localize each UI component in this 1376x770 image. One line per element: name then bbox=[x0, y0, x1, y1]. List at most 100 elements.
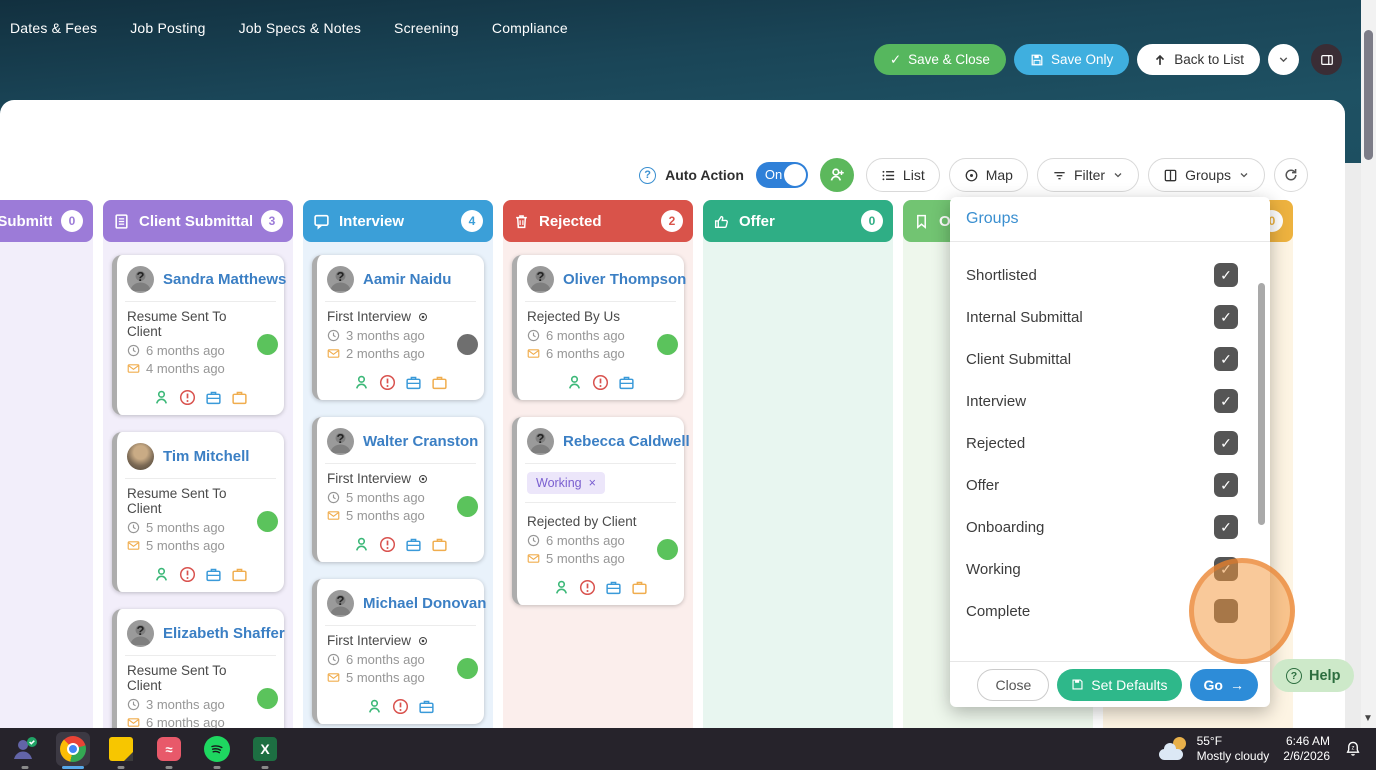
map-view-button[interactable]: Map bbox=[948, 158, 1028, 192]
nav-dates-fees[interactable]: Dates & Fees bbox=[10, 20, 97, 36]
taskbar-teams-icon[interactable] bbox=[8, 732, 42, 769]
help-question-icon: ? bbox=[1286, 667, 1302, 684]
page-scrollbar-thumb[interactable] bbox=[1364, 30, 1373, 160]
candidate-name-link[interactable]: Tim Mitchell bbox=[163, 448, 249, 465]
checkbox[interactable]: ✓ bbox=[1214, 305, 1238, 329]
refresh-button[interactable] bbox=[1274, 158, 1308, 192]
list-view-button[interactable]: List bbox=[865, 158, 940, 192]
auto-action-help-icon[interactable]: ? bbox=[639, 166, 657, 184]
contact-icon[interactable] bbox=[353, 536, 370, 553]
column-header[interactable]: Internal Submittal 0 bbox=[0, 200, 93, 242]
checkbox[interactable]: ✓ bbox=[1214, 263, 1238, 287]
more-actions-button[interactable] bbox=[1268, 44, 1299, 75]
briefcase-blue-icon[interactable] bbox=[405, 374, 422, 391]
alert-icon[interactable] bbox=[379, 374, 396, 391]
taskbar-notes-icon[interactable] bbox=[104, 732, 138, 769]
gear-icon[interactable] bbox=[419, 474, 428, 483]
taskbar-chrome-icon[interactable] bbox=[56, 732, 90, 769]
candidate-name-link[interactable]: Aamir Naidu bbox=[363, 271, 451, 288]
nav-job-specs[interactable]: Job Specs & Notes bbox=[239, 20, 361, 36]
candidate-name-link[interactable]: Elizabeth Shaffer bbox=[163, 625, 285, 642]
panel-scrollbar-thumb[interactable] bbox=[1258, 283, 1265, 525]
briefcase-orange-icon[interactable] bbox=[431, 536, 448, 553]
taskbar-excel-icon[interactable]: X bbox=[248, 732, 282, 769]
candidate-name-link[interactable]: Michael Donovan bbox=[363, 595, 486, 612]
alert-icon[interactable] bbox=[579, 579, 596, 596]
close-button[interactable]: Close bbox=[977, 668, 1050, 701]
groups-button[interactable]: Groups bbox=[1148, 158, 1265, 192]
briefcase-orange-icon[interactable] bbox=[631, 579, 648, 596]
candidate-card[interactable]: ? Sandra Matthews Resume Sent To Client … bbox=[112, 255, 286, 415]
gear-icon[interactable] bbox=[419, 636, 428, 645]
briefcase-blue-icon[interactable] bbox=[605, 579, 622, 596]
candidate-card[interactable]: ? Michael Donovan First Interview 6 mont… bbox=[312, 579, 486, 724]
contact-icon[interactable] bbox=[366, 698, 383, 715]
column-header[interactable]: Interview 4 bbox=[303, 200, 493, 242]
candidate-card[interactable]: ? Rebecca Caldwell Working × Rejected by … bbox=[512, 417, 690, 605]
working-tag[interactable]: Working × bbox=[527, 472, 605, 494]
briefcase-blue-icon[interactable] bbox=[205, 389, 222, 406]
contact-icon[interactable] bbox=[553, 579, 570, 596]
candidate-card[interactable]: ? Aamir Naidu First Interview 3 months a… bbox=[312, 255, 484, 400]
checkbox[interactable]: ✓ bbox=[1214, 389, 1238, 413]
candidate-card[interactable]: Tim Mitchell Resume Sent To Client 5 mon… bbox=[112, 432, 284, 592]
briefcase-orange-icon[interactable] bbox=[231, 389, 248, 406]
back-to-list-button[interactable]: Back to List bbox=[1137, 44, 1260, 75]
taskbar-red-app-icon[interactable]: ≈ bbox=[152, 732, 186, 769]
contact-icon[interactable] bbox=[353, 374, 370, 391]
checkbox[interactable]: ✓ bbox=[1214, 431, 1238, 455]
briefcase-orange-icon[interactable] bbox=[231, 566, 248, 583]
filter-button[interactable]: Filter bbox=[1036, 158, 1140, 192]
candidate-name-link[interactable]: Sandra Matthews bbox=[163, 271, 286, 288]
set-defaults-button[interactable]: Set Defaults bbox=[1057, 668, 1182, 701]
taskbar-weather[interactable]: 55°F Mostly cloudy bbox=[1158, 734, 1269, 764]
add-candidate-button[interactable] bbox=[819, 158, 854, 192]
notification-bell-icon[interactable]: z bbox=[1344, 740, 1362, 758]
nav-job-posting[interactable]: Job Posting bbox=[130, 20, 205, 36]
alert-icon[interactable] bbox=[592, 374, 609, 391]
candidate-card[interactable]: ? Walter Cranston First Interview 5 mont… bbox=[312, 417, 484, 562]
briefcase-blue-icon[interactable] bbox=[205, 566, 222, 583]
save-only-button[interactable]: Save Only bbox=[1013, 44, 1130, 75]
column-header[interactable]: Client Submittal 3 bbox=[103, 200, 293, 242]
scroll-down-arrow[interactable]: ▼ bbox=[1363, 713, 1373, 724]
candidate-name-link[interactable]: Oliver Thompson bbox=[563, 271, 686, 288]
contact-icon[interactable] bbox=[566, 374, 583, 391]
group-option-rejected[interactable]: Rejected ✓ bbox=[966, 422, 1252, 464]
gear-icon[interactable] bbox=[419, 312, 428, 321]
contact-icon[interactable] bbox=[153, 566, 170, 583]
taskbar-spotify-icon[interactable] bbox=[200, 732, 234, 769]
alert-icon[interactable] bbox=[379, 536, 396, 553]
checkbox[interactable]: ✓ bbox=[1214, 347, 1238, 371]
column-header[interactable]: Rejected 2 bbox=[503, 200, 693, 242]
column-header[interactable]: Offer 0 bbox=[703, 200, 893, 242]
group-option-internal-submittal[interactable]: Internal Submittal ✓ bbox=[966, 296, 1252, 338]
contact-icon[interactable] bbox=[153, 389, 170, 406]
group-option-client-submittal[interactable]: Client Submittal ✓ bbox=[966, 338, 1252, 380]
help-button[interactable]: ? Help bbox=[1272, 659, 1355, 692]
page-scrollbar[interactable]: ▼ bbox=[1361, 0, 1376, 728]
nav-screening[interactable]: Screening bbox=[394, 20, 459, 36]
save-close-button[interactable]: ✓ Save & Close bbox=[873, 44, 1006, 75]
briefcase-blue-icon[interactable] bbox=[405, 536, 422, 553]
group-option-shortlisted[interactable]: Shortlisted ✓ bbox=[966, 254, 1252, 296]
candidate-name-link[interactable]: Walter Cranston bbox=[363, 433, 478, 450]
candidate-card[interactable]: ? Oliver Thompson Rejected By Us 6 month… bbox=[512, 255, 686, 400]
checkbox[interactable]: ✓ bbox=[1214, 515, 1238, 539]
briefcase-orange-icon[interactable] bbox=[431, 374, 448, 391]
checkbox[interactable]: ✓ bbox=[1214, 473, 1238, 497]
group-option-interview[interactable]: Interview ✓ bbox=[966, 380, 1252, 422]
nav-compliance[interactable]: Compliance bbox=[492, 20, 568, 36]
candidate-name-link[interactable]: Rebecca Caldwell bbox=[563, 433, 690, 450]
alert-icon[interactable] bbox=[392, 698, 409, 715]
taskbar-clock[interactable]: 6:46 AM 2/6/2026 bbox=[1283, 734, 1330, 764]
panel-toggle-button[interactable] bbox=[1311, 44, 1342, 75]
briefcase-blue-icon[interactable] bbox=[618, 374, 635, 391]
go-button[interactable]: Go → bbox=[1189, 668, 1258, 701]
alert-icon[interactable] bbox=[179, 566, 196, 583]
briefcase-blue-icon[interactable] bbox=[418, 698, 435, 715]
alert-icon[interactable] bbox=[179, 389, 196, 406]
group-option-offer[interactable]: Offer ✓ bbox=[966, 464, 1252, 506]
auto-action-toggle[interactable]: On bbox=[755, 162, 808, 188]
group-option-onboarding[interactable]: Onboarding ✓ bbox=[966, 506, 1252, 548]
